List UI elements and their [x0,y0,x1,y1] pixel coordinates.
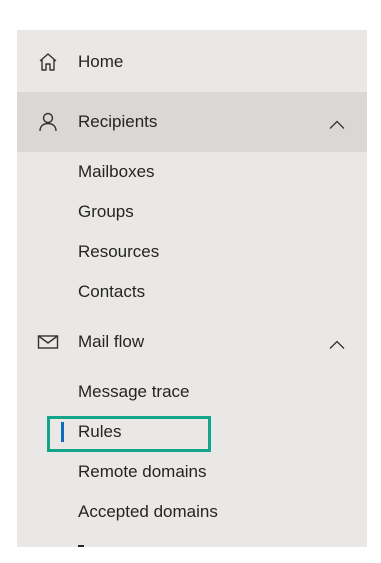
nav-item-recipients[interactable]: Recipients [17,92,367,152]
clipped-next-item [78,543,88,547]
sub-item-resources[interactable]: Resources [17,232,367,272]
sub-item-groups[interactable]: Groups [17,192,367,232]
sub-item-label: Rules [78,422,122,441]
navigation-pane: Home Recipients Mailboxes Groups Resourc… [17,30,367,547]
selection-indicator [61,422,64,442]
chevron-up-icon[interactable] [329,117,345,129]
mail-icon [37,331,59,353]
nav-item-label: Recipients [78,112,158,131]
sub-item-accepted-domains[interactable]: Accepted domains [17,492,367,532]
nav-item-home[interactable]: Home [17,32,367,92]
nav-item-mail-flow[interactable]: Mail flow [17,312,367,372]
sub-item-rules[interactable]: Rules [17,412,367,452]
sub-item-label: Accepted domains [78,502,218,521]
sub-item-remote-domains[interactable]: Remote domains [17,452,367,492]
sub-item-label: Contacts [78,282,146,301]
sub-item-message-trace[interactable]: Message trace [17,372,367,412]
sub-item-label: Message trace [78,382,190,401]
sub-item-label: Mailboxes [78,162,155,181]
sub-item-mailboxes[interactable]: Mailboxes [17,152,367,192]
sub-item-contacts[interactable]: Contacts [17,272,367,312]
nav-item-label: Home [78,52,124,71]
person-icon [37,111,59,133]
nav-item-label: Mail flow [78,332,145,351]
sub-item-label: Groups [78,202,134,221]
sub-item-label: Resources [78,242,160,261]
chevron-up-icon[interactable] [329,337,345,349]
home-icon [37,51,59,73]
sub-item-label: Remote domains [78,462,207,481]
